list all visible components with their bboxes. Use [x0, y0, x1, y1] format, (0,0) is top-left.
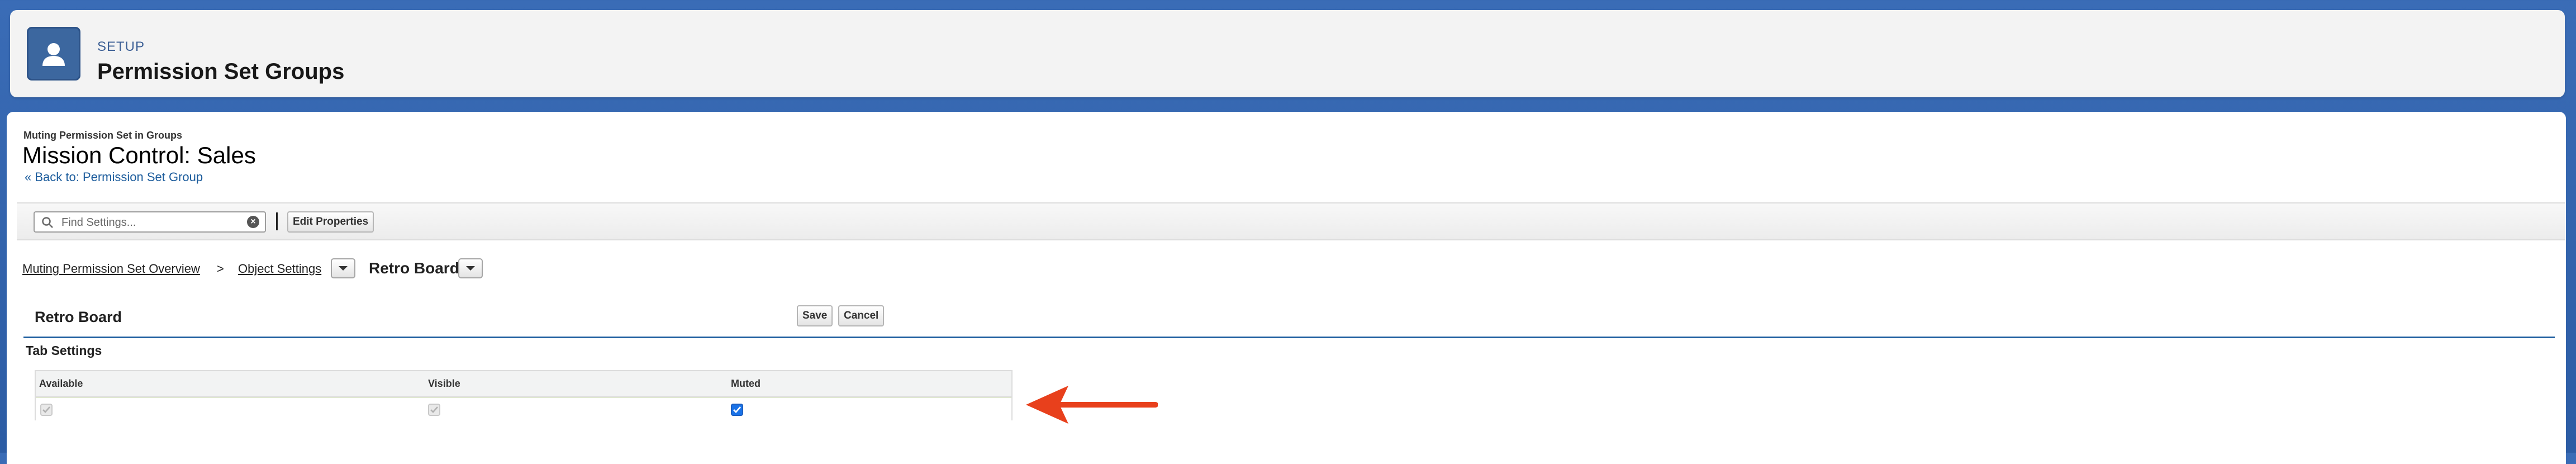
column-header-available: Available	[39, 378, 83, 389]
visible-checkbox	[428, 404, 440, 416]
object-settings-dropdown[interactable]	[331, 258, 355, 278]
find-settings-input[interactable]	[60, 215, 241, 230]
annotation-arrow-icon	[1026, 386, 1158, 424]
back-link[interactable]: « Back to: Permission Set Group	[25, 170, 203, 184]
column-header-visible: Visible	[428, 378, 460, 389]
section-divider	[23, 337, 2555, 338]
page-title: Mission Control: Sales	[22, 142, 256, 168]
toolbar-divider	[276, 212, 278, 230]
edit-properties-button[interactable]: Edit Properties	[287, 211, 374, 233]
section-title: Retro Board	[35, 309, 122, 325]
chevron-down-icon	[466, 266, 475, 271]
available-checkbox	[40, 404, 53, 416]
chevron-down-icon	[339, 266, 348, 271]
toolbar: × Edit Properties	[17, 202, 2565, 240]
find-settings-box: ×	[34, 211, 266, 233]
breadcrumb-current: Retro Board	[369, 259, 459, 277]
checkmark-icon	[430, 406, 438, 413]
setup-header: SETUP Permission Set Groups	[10, 10, 2565, 97]
header-eyebrow: SETUP	[97, 39, 145, 54]
breadcrumb-overview-link[interactable]: Muting Permission Set Overview	[22, 262, 200, 276]
clear-search-icon[interactable]: ×	[247, 216, 259, 228]
breadcrumb-separator: >	[217, 262, 224, 276]
page-eyebrow: Muting Permission Set in Groups	[23, 130, 183, 141]
retro-board-dropdown[interactable]	[458, 258, 483, 278]
content-card: Muting Permission Set in Groups Mission …	[7, 112, 2566, 464]
column-header-muted: Muted	[731, 378, 761, 389]
table-header-row: Available Visible Muted	[36, 371, 1011, 397]
person-icon	[27, 27, 80, 81]
tab-settings-table: Available Visible Muted	[35, 370, 1013, 420]
tab-settings-title: Tab Settings	[26, 343, 102, 358]
header-title: Permission Set Groups	[97, 59, 345, 84]
checkmark-icon	[733, 406, 742, 414]
breadcrumb-object-settings-link[interactable]: Object Settings	[238, 262, 321, 276]
save-button[interactable]: Save	[797, 305, 833, 326]
table-row	[36, 397, 1011, 420]
muted-checkbox[interactable]	[731, 404, 743, 416]
checkmark-icon	[42, 406, 50, 413]
cancel-button[interactable]: Cancel	[838, 305, 885, 326]
search-icon	[42, 217, 53, 228]
